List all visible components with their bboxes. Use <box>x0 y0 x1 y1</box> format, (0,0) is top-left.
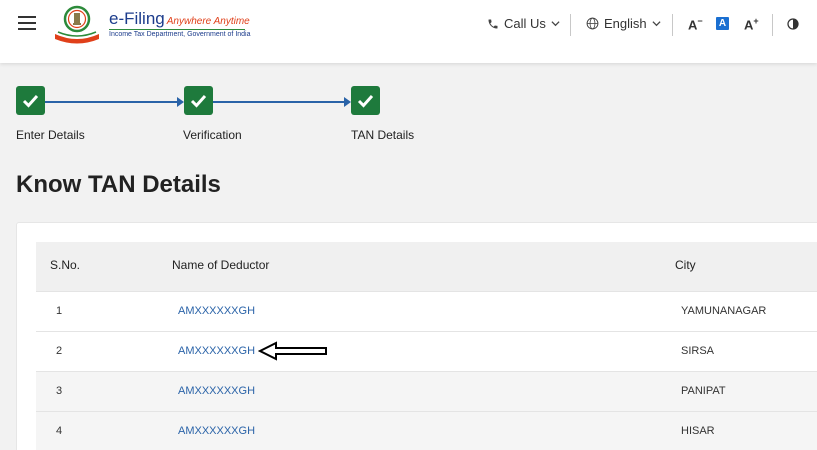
header-city: City <box>675 258 696 272</box>
cell-city: PANIPAT <box>681 385 726 397</box>
brand-title: e-Filing Anywhere Anytime <box>109 9 250 28</box>
cell-sno: 2 <box>56 345 63 357</box>
brand-tagline: Anywhere Anytime <box>166 16 250 27</box>
check-icon <box>22 94 39 108</box>
step-3-complete-icon <box>351 86 380 115</box>
step-2-complete-icon <box>184 86 213 115</box>
deductor-link[interactable]: AMXXXXXXGH <box>178 305 255 317</box>
deductor-link[interactable]: AMXXXXXXGH <box>178 345 255 357</box>
brand-subtitle: Income Tax Department, Government of Ind… <box>109 31 251 38</box>
table-header: S.No. Name of Deductor City <box>36 242 817 291</box>
table-row: 2 AMXXXXXXGH SIRSA <box>36 331 817 371</box>
cell-sno: 4 <box>56 425 63 437</box>
step-label-tan-details: TAN Details <box>351 128 415 142</box>
hamburger-menu-icon[interactable] <box>18 16 36 30</box>
header-sno: S.No. <box>50 258 81 272</box>
step-label-verification: Verification <box>183 128 242 142</box>
brand-divider <box>109 29 245 30</box>
chevron-down-icon <box>652 21 661 27</box>
check-icon <box>357 94 374 108</box>
page-title: Know TAN Details <box>16 171 221 198</box>
call-us-dropdown[interactable]: Call Us <box>487 16 560 31</box>
language-dropdown[interactable]: English <box>586 16 661 31</box>
chevron-down-icon <box>551 21 560 27</box>
step-label-enter-details: Enter Details <box>16 128 85 142</box>
top-header: e-Filing Anywhere Anytime Income Tax Depa… <box>0 0 817 63</box>
header-separator <box>672 14 673 36</box>
cell-sno: 1 <box>56 305 63 317</box>
annotation-arrow-icon <box>258 341 327 361</box>
contrast-icon[interactable] <box>787 18 799 30</box>
table-row: 3 AMXXXXXXGH PANIPAT <box>36 371 817 411</box>
cell-city: YAMUNANAGAR <box>681 305 767 317</box>
header-separator <box>570 14 571 36</box>
deductor-link[interactable]: AMXXXXXXGH <box>178 385 255 397</box>
language-label: English <box>604 16 647 31</box>
call-us-label: Call Us <box>504 16 546 31</box>
table-row: 1 AMXXXXXXGH YAMUNANAGAR <box>36 291 817 331</box>
phone-icon <box>488 19 498 28</box>
step-1-complete-icon <box>16 86 45 115</box>
font-default-button[interactable]: A <box>716 17 729 30</box>
font-increase-button[interactable]: A+ <box>744 16 759 32</box>
cell-sno: 3 <box>56 385 63 397</box>
tan-details-table: S.No. Name of Deductor City 1 AMXXXXXXGH… <box>36 242 817 450</box>
step-connector <box>45 101 177 103</box>
font-decrease-button[interactable]: A− <box>688 16 703 32</box>
step-arrow-icon <box>177 97 184 107</box>
cell-city: SIRSA <box>681 345 715 357</box>
deductor-link[interactable]: AMXXXXXXGH <box>178 425 255 437</box>
header-name-of-deductor: Name of Deductor <box>172 258 270 272</box>
income-tax-emblem-logo[interactable] <box>52 4 102 44</box>
table-row: 4 AMXXXXXXGH HISAR <box>36 411 817 450</box>
header-separator <box>772 14 773 36</box>
cell-city: HISAR <box>681 425 715 437</box>
step-arrow-icon <box>344 97 351 107</box>
check-icon <box>190 94 207 108</box>
globe-icon <box>586 17 599 30</box>
step-connector <box>213 101 344 103</box>
